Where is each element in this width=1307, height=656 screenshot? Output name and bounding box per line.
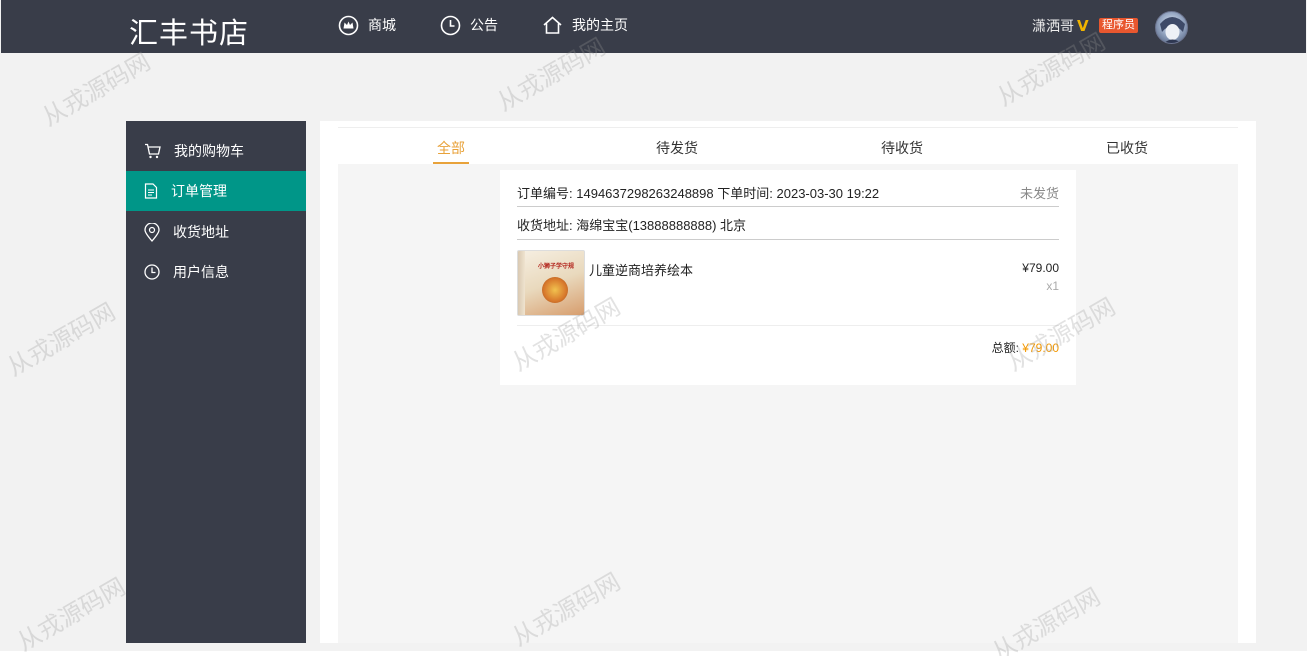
watermark: 从戎源码网 [37,47,156,132]
divider [517,325,1059,326]
product-name[interactable]: 儿童逆商培养绘本 [589,260,693,279]
order-time: 2023-03-30 19:22 [776,186,880,201]
cart-icon [144,143,161,159]
nav-item-label: 公告 [470,17,498,33]
total-value: ¥79.00 [1022,341,1059,355]
product-cover-title: 小狮子学守规 [538,264,575,270]
sidebar-item-label: 收货地址 [173,224,229,240]
order-list: 订单编号: 1494637298263248898 下单时间: 2023-03-… [338,164,1238,643]
sidebar-item-cart[interactable]: 我的购物车 [126,131,306,171]
watermark: 从戎源码网 [2,297,121,382]
user-name: 潇洒哥 [1032,18,1074,34]
nav-item-homepage[interactable]: 我的主页 [542,13,628,37]
nav-item-label: 商城 [368,17,396,33]
clock-icon [440,15,461,36]
sidebar-item-address[interactable]: 收货地址 [126,212,306,252]
order-time-label: 下单时间: [717,186,773,201]
location-pin-icon [144,222,160,242]
order-card: 订单编号: 1494637298263248898 下单时间: 2023-03-… [500,170,1076,385]
order-meta: 订单编号: 1494637298263248898 下单时间: 2023-03-… [517,183,879,202]
order-total: 总额: ¥79.00 [992,339,1059,356]
main-panel: 全部 待发货 待收货 已收货 订单编号: 1494637298263248898… [320,121,1256,643]
avatar[interactable] [1155,11,1188,44]
nav-item-label: 我的主页 [572,17,628,33]
address-value: 海绵宝宝(13888888888) 北京 [576,218,747,233]
role-badge: 程序员 [1099,18,1138,33]
bottom-edge [0,651,1307,656]
order-header: 订单编号: 1494637298263248898 下单时间: 2023-03-… [517,183,1059,207]
user-menu[interactable]: 潇洒哥 V [1032,16,1089,36]
nav-item-notice[interactable]: 公告 [440,13,498,37]
order-tabs: 全部 待发货 待收货 已收货 [338,127,1238,164]
tab-pending-receipt[interactable]: 待收货 [881,138,923,164]
order-status: 未发货 [1019,186,1059,201]
top-header: 汇丰书店 商城 公告 我的主页 潇洒哥 V 程序员 [1,0,1306,53]
tab-pending-shipment[interactable]: 待发货 [656,138,698,164]
document-icon [144,183,158,199]
vip-icon: V [1077,17,1089,35]
watermark: 从戎源码网 [12,572,131,656]
order-number: 1494637298263248898 [576,186,714,201]
total-label: 总额: [991,341,1019,355]
clock-icon [144,264,160,280]
home-icon [542,15,563,36]
sidebar-item-user-info[interactable]: 用户信息 [126,252,306,292]
sidebar-item-label: 我的购物车 [174,143,244,159]
product-image[interactable]: 小狮子学守规 [517,250,585,316]
sidebar: 我的购物车 订单管理 收货地址 用户信息 [126,121,306,643]
order-address: 收货地址: 海绵宝宝(13888888888) 北京 [517,215,1059,240]
order-number-label: 订单编号: [517,186,573,201]
sidebar-item-label: 订单管理 [171,183,227,199]
sidebar-item-label: 用户信息 [173,264,229,280]
crown-icon [338,15,359,36]
tab-received[interactable]: 已收货 [1106,138,1148,164]
nav-item-mall[interactable]: 商城 [338,13,396,37]
tab-all[interactable]: 全部 [433,138,469,164]
product-quantity: x1 [1046,279,1059,293]
app-logo[interactable]: 汇丰书店 [129,10,249,52]
address-label: 收货地址: [517,218,573,233]
product-price: ¥79.00 [1022,261,1059,275]
sidebar-item-orders[interactable]: 订单管理 [126,171,306,211]
